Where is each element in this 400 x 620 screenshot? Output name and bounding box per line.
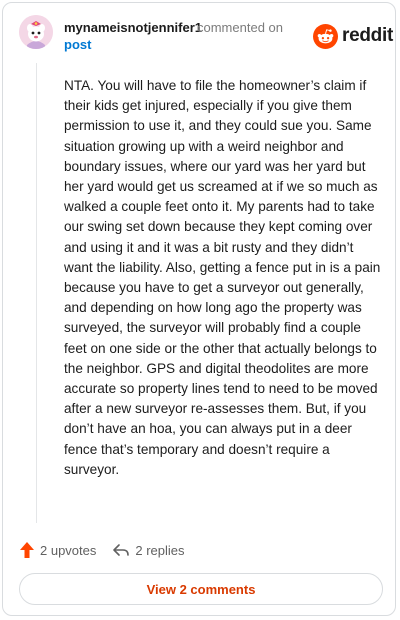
commented-on-label: commented on (197, 20, 283, 35)
reply-arrow-icon (113, 544, 130, 556)
avatar-image (19, 15, 53, 49)
upvote-button[interactable]: 2 upvotes (19, 541, 96, 559)
upvote-count: 2 upvotes (40, 542, 97, 558)
brand-wordmark: reddit (342, 25, 393, 46)
reddit-alien-icon (313, 23, 338, 49)
comment-actions: 2 upvotes 2 replies (19, 539, 185, 561)
view-comments-button[interactable]: View 2 comments (19, 573, 383, 605)
thread-line[interactable] (36, 63, 37, 523)
upvote-arrow-icon (20, 542, 34, 558)
reply-button[interactable]: 2 replies (112, 542, 185, 558)
post-link[interactable]: post (64, 37, 91, 52)
reply-count: 2 replies (135, 542, 185, 558)
reddit-logo[interactable]: reddit (313, 23, 393, 49)
comment-body: NTA. You will have to file the homeowner… (64, 78, 381, 477)
comment-card: mynameisnotjennifer1 commented on post r… (2, 2, 396, 616)
username-link[interactable]: mynameisnotjennifer1 (64, 20, 202, 35)
avatar[interactable] (19, 15, 53, 49)
